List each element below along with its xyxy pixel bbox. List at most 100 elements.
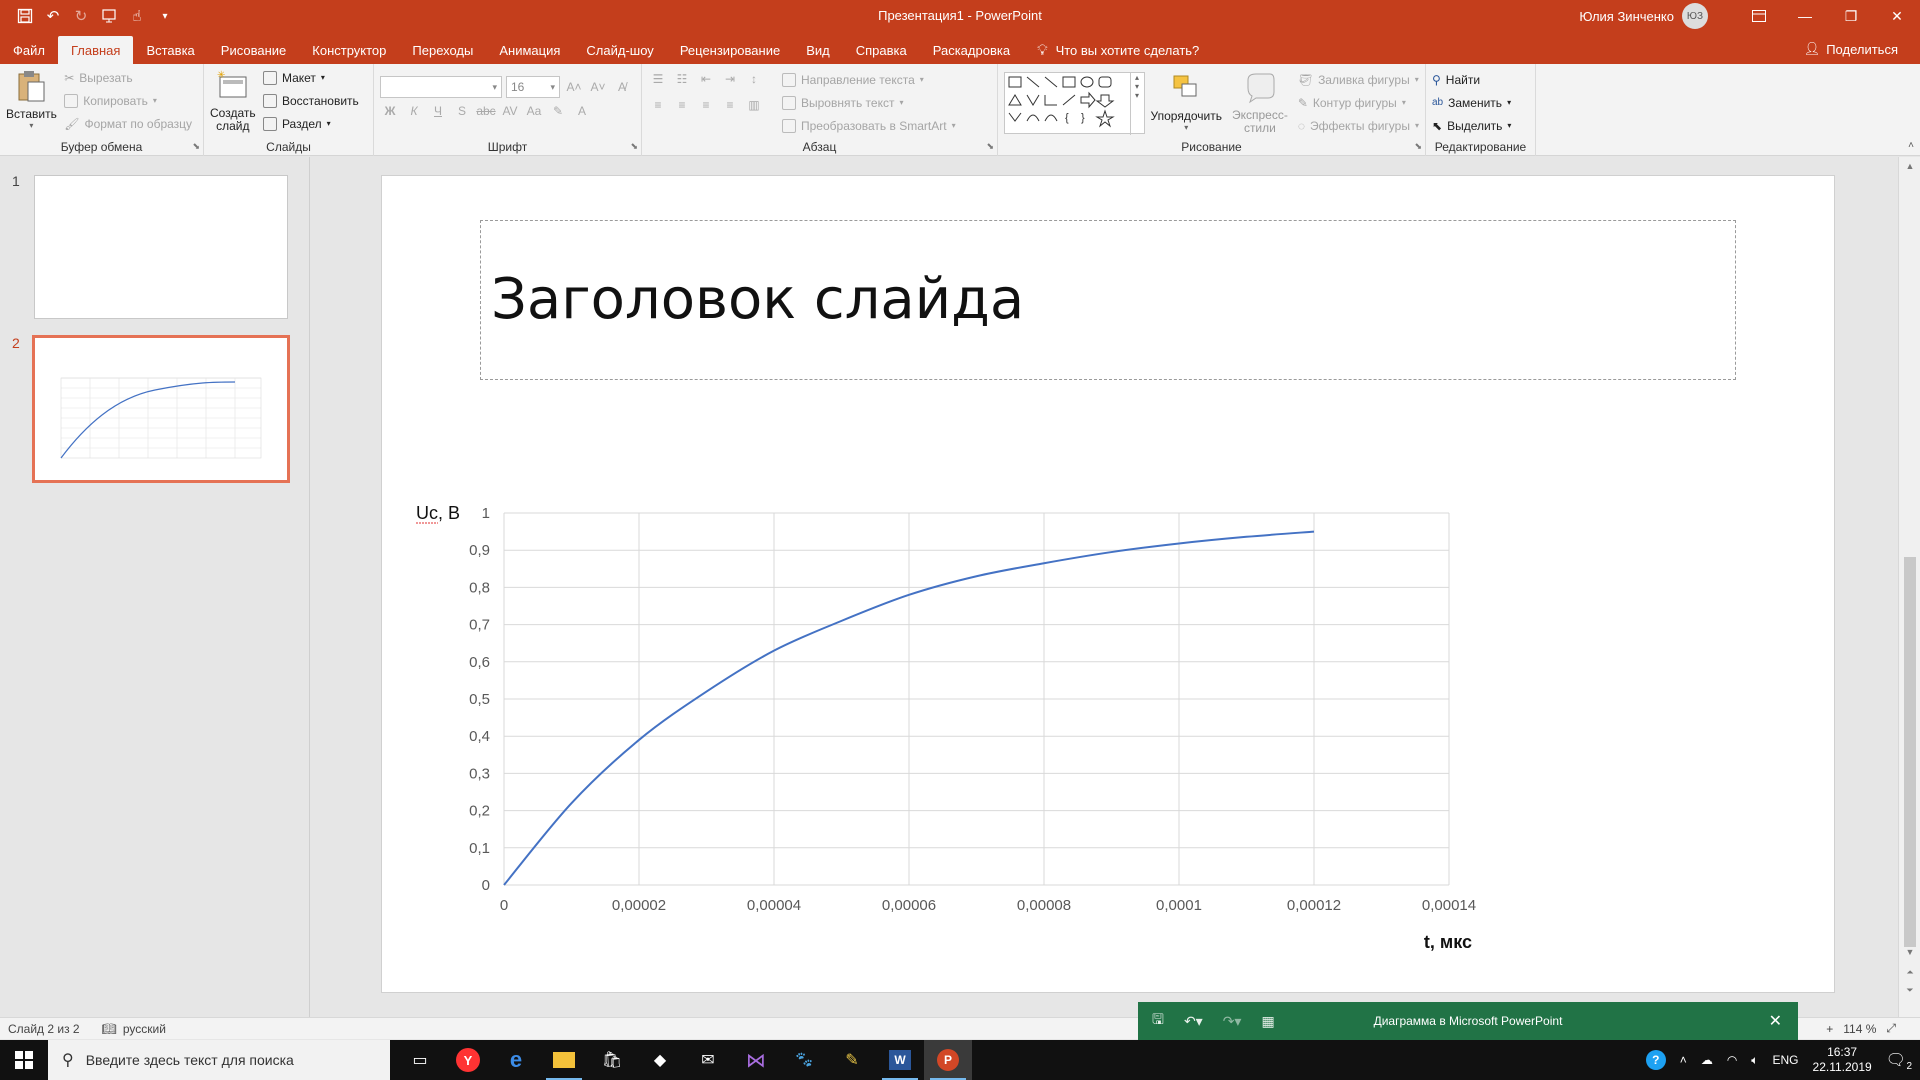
redo-icon[interactable]: ↻ bbox=[70, 5, 92, 27]
slide-thumbnail-2[interactable] bbox=[32, 335, 290, 483]
shadow-icon[interactable]: S bbox=[452, 104, 472, 118]
align-left-icon[interactable]: ≡ bbox=[648, 98, 668, 112]
mail-icon[interactable]: ✉ bbox=[684, 1040, 732, 1080]
avatar[interactable]: ЮЗ bbox=[1682, 3, 1708, 29]
tab-help[interactable]: Справка bbox=[843, 36, 920, 64]
ribbon-display-options-icon[interactable] bbox=[1736, 0, 1782, 32]
share-button[interactable]: 👤︎ Поделиться bbox=[1804, 41, 1898, 57]
reset-button[interactable]: Восстановить bbox=[262, 91, 359, 110]
clock[interactable]: 16:37 22.11.2019 bbox=[1813, 1045, 1872, 1075]
redo-icon[interactable]: ↷▾ bbox=[1223, 1013, 1242, 1030]
user-name[interactable]: Юлия Зинченко bbox=[1579, 9, 1674, 24]
section-button[interactable]: Раздел ▾ bbox=[262, 114, 359, 133]
start-from-beginning-icon[interactable] bbox=[98, 5, 120, 27]
help-icon[interactable]: ? bbox=[1645, 1050, 1666, 1070]
shapes-gallery[interactable]: {} ▴ ▾ ▾ bbox=[1004, 72, 1145, 135]
bold-icon[interactable]: Ж bbox=[380, 104, 400, 118]
select-button[interactable]: ⬉ Выделить ▾ bbox=[1432, 116, 1511, 135]
increase-font-icon[interactable]: A˄ bbox=[564, 80, 584, 94]
tab-review[interactable]: Рецензирование bbox=[667, 36, 793, 64]
input-language[interactable]: ENG bbox=[1773, 1053, 1799, 1067]
notepad-icon[interactable]: ✎ bbox=[828, 1040, 876, 1080]
decrease-font-icon[interactable]: A˅ bbox=[588, 80, 608, 94]
shape-outline-button[interactable]: ✎ Контур фигуры ▾ bbox=[1298, 93, 1419, 112]
format-painter-button[interactable]: 🖌︎ Формат по образцу bbox=[64, 114, 192, 133]
change-case-icon[interactable]: Aa bbox=[524, 104, 544, 118]
highlight-icon[interactable]: ✎ bbox=[548, 104, 568, 118]
dialog-launcher-icon[interactable]: ⬊ bbox=[986, 141, 994, 152]
cut-button[interactable]: ✂ Вырезать bbox=[64, 68, 192, 87]
vertical-scrollbar[interactable]: ▲ ▼ ⏶ ⏷ bbox=[1898, 157, 1920, 1017]
previous-slide-icon[interactable]: ⏶ bbox=[1899, 963, 1920, 981]
close-icon[interactable]: ✕ bbox=[1874, 0, 1920, 32]
align-center-icon[interactable]: ≡ bbox=[672, 98, 692, 112]
edit-data-icon[interactable]: ▦ bbox=[1261, 1013, 1274, 1030]
taskbar-search[interactable]: ⚲ Введите здесь текст для поиска bbox=[48, 1040, 390, 1080]
fit-slide-icon[interactable]: ⤢ bbox=[1886, 1021, 1896, 1036]
edge-icon[interactable]: e bbox=[492, 1040, 540, 1080]
file-explorer-icon[interactable] bbox=[540, 1040, 588, 1080]
tab-insert[interactable]: Вставка bbox=[133, 36, 207, 64]
font-family-select[interactable]: ▾ bbox=[380, 76, 502, 98]
scrollbar-thumb[interactable] bbox=[1904, 557, 1916, 947]
arrange-button[interactable]: Упорядочить ▾ bbox=[1151, 70, 1222, 135]
chart[interactable]: 0 0,1 0,2 0,3 0,4 0,5 0,6 0,7 0,8 0,9 1 0 0,00002 0,0… bbox=[402, 391, 1822, 981]
visual-studio-icon[interactable]: ⋈ bbox=[732, 1040, 780, 1080]
shape-fill-button[interactable]: 🪣︎ Заливка фигуры ▾ bbox=[1298, 70, 1419, 89]
restore-icon[interactable]: ❐ bbox=[1828, 0, 1874, 32]
zoom-level[interactable]: 114 % bbox=[1843, 1022, 1876, 1036]
strikethrough-icon[interactable]: abc bbox=[476, 104, 496, 118]
find-button[interactable]: ⚲ Найти bbox=[1432, 70, 1511, 89]
minimize-icon[interactable]: — bbox=[1782, 0, 1828, 32]
title-placeholder[interactable]: Заголовок слайда bbox=[480, 220, 1736, 380]
italic-icon[interactable]: К bbox=[404, 104, 424, 118]
yandex-browser-icon[interactable]: Y bbox=[444, 1040, 492, 1080]
tab-slideshow[interactable]: Слайд-шоу bbox=[573, 36, 666, 64]
undo-icon[interactable]: ↶ bbox=[42, 5, 64, 27]
replace-button[interactable]: ab Заменить ▾ bbox=[1432, 93, 1511, 112]
quick-styles-button[interactable]: Экспресс- стили bbox=[1232, 70, 1288, 135]
onedrive-icon[interactable]: ☁ bbox=[1701, 1053, 1713, 1067]
collapse-ribbon-icon[interactable]: ˄ bbox=[1908, 140, 1914, 151]
clear-formatting-icon[interactable]: A̸ bbox=[612, 80, 632, 94]
next-slide-icon[interactable]: ⏷ bbox=[1899, 981, 1920, 999]
word-icon[interactable]: W bbox=[876, 1040, 924, 1080]
store-icon[interactable]: 🛍︎ bbox=[588, 1040, 636, 1080]
spelling-status[interactable]: 📖︎ русский bbox=[102, 1022, 166, 1036]
decrease-indent-icon[interactable]: ⇤ bbox=[696, 72, 716, 86]
paw-app-icon[interactable]: 🐾︎ bbox=[780, 1040, 828, 1080]
scroll-up-icon[interactable]: ▲ bbox=[1899, 157, 1920, 175]
numbering-icon[interactable]: ☷ bbox=[672, 72, 692, 86]
tab-transitions[interactable]: Переходы bbox=[399, 36, 486, 64]
shape-effects-button[interactable]: ◌ Эффекты фигуры ▾ bbox=[1298, 116, 1419, 135]
font-size-select[interactable]: 16 ▾ bbox=[506, 76, 560, 98]
align-right-icon[interactable]: ≡ bbox=[696, 98, 716, 112]
tell-me-search[interactable]: 💡︎ Что вы хотите сделать? bbox=[1023, 36, 1213, 64]
action-center-icon[interactable]: 🗨︎ 2 bbox=[1886, 1050, 1912, 1072]
line-spacing-icon[interactable]: ↕ bbox=[744, 72, 764, 86]
save-icon[interactable] bbox=[14, 5, 36, 27]
dialog-launcher-icon[interactable]: ⬊ bbox=[192, 141, 200, 152]
dialog-launcher-icon[interactable]: ⬊ bbox=[630, 141, 638, 152]
bullets-icon[interactable]: ☰ bbox=[648, 72, 668, 86]
layout-button[interactable]: Макет ▾ bbox=[262, 68, 359, 87]
show-hidden-icons-icon[interactable]: ˄ bbox=[1680, 1053, 1687, 1067]
tab-draw[interactable]: Рисование bbox=[208, 36, 299, 64]
dialog-launcher-icon[interactable]: ⬊ bbox=[1414, 141, 1422, 152]
close-icon[interactable]: ✕ bbox=[1769, 1011, 1782, 1031]
powerpoint-icon[interactable]: P bbox=[924, 1040, 972, 1080]
task-view-icon[interactable]: ▭ bbox=[396, 1040, 444, 1080]
copy-button[interactable]: Копировать ▾ bbox=[64, 91, 192, 110]
convert-smartart-button[interactable]: Преобразовать в SmartArt ▾ bbox=[782, 116, 956, 135]
new-slide-button[interactable]: ✳ Создать слайд bbox=[210, 68, 256, 133]
slide-canvas[interactable]: Заголовок слайда 0 0,1 0,2 0,3 0,4 0,5 0,6 0,7 0… bbox=[381, 175, 1835, 993]
slide-thumbnail-1[interactable] bbox=[34, 175, 288, 319]
columns-icon[interactable]: ▥ bbox=[744, 98, 764, 112]
justify-icon[interactable]: ≡ bbox=[720, 98, 740, 112]
zoom-in-icon[interactable]: + bbox=[1826, 1022, 1833, 1036]
wifi-icon[interactable]: ◠ bbox=[1727, 1053, 1737, 1067]
tab-home[interactable]: Главная bbox=[57, 36, 134, 64]
customize-qat-icon[interactable]: ▾ bbox=[154, 5, 176, 27]
undo-icon[interactable]: ↶▾ bbox=[1184, 1013, 1203, 1030]
slide-title[interactable]: Заголовок слайда bbox=[491, 267, 1024, 332]
